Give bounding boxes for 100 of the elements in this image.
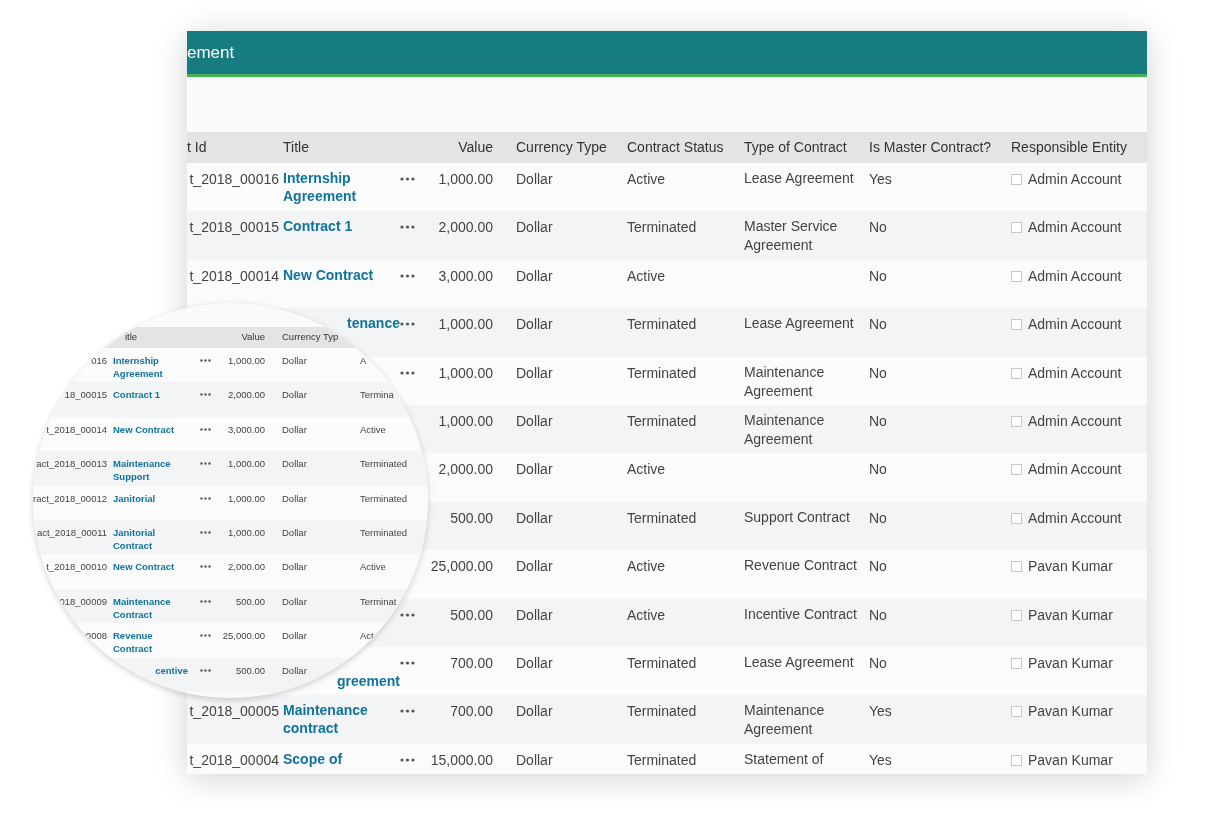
more-icon[interactable] (400, 370, 415, 375)
table-cell: Dollar (282, 561, 307, 573)
title-link[interactable]: Janitorial (113, 491, 156, 505)
more-icon[interactable] (400, 225, 415, 230)
column-header[interactable]: Currency Type (499, 137, 627, 158)
title-link[interactable]: tenance (347, 315, 400, 332)
table-cell-text: Pavan Kumar (1028, 557, 1113, 577)
table-cell: No (869, 654, 887, 671)
more-icon[interactable] (200, 634, 211, 638)
more-icon[interactable] (400, 709, 415, 714)
more-icon[interactable] (200, 359, 211, 362)
table-cell-text: Support Contract (744, 507, 851, 527)
title-link[interactable]: Scope of (283, 749, 343, 768)
column-header[interactable]: Value (218, 330, 265, 345)
table-cell: Dollar (516, 703, 553, 720)
square-icon (1011, 561, 1022, 573)
square-icon (1011, 512, 1022, 524)
column-header[interactable]: t Id (187, 137, 283, 158)
table-cell: Dollar (516, 751, 553, 768)
table-cell-text: Lease Agreement (744, 652, 855, 672)
title-link[interactable]: centive (155, 663, 188, 677)
table-cell-text: 700.00 (450, 702, 493, 722)
table-cell-text: Pavan Kumar (1028, 750, 1113, 770)
more-icon[interactable] (200, 565, 211, 569)
title-link[interactable]: Maintenance Support (113, 457, 183, 484)
table-cell-text: Maintenance Agreement (744, 410, 826, 449)
more-icon[interactable] (200, 462, 211, 466)
table-cell-text: Statement of (744, 749, 825, 769)
column-header[interactable]: Responsible Entity (1011, 137, 1147, 158)
table-cell: Dollar (282, 664, 307, 676)
table-cell-text: 1,000.00 (438, 315, 493, 335)
column-header[interactable]: Is Master Contract? (869, 137, 1011, 158)
more-icon[interactable] (400, 660, 415, 665)
table-cell: Active (360, 561, 386, 573)
title-link[interactable]: Internship Agreement (283, 169, 400, 205)
title-link[interactable]: New Contract (283, 265, 374, 284)
more-icon[interactable] (200, 393, 211, 397)
table-cell: ract_2018_00012 (33, 491, 107, 505)
title-link[interactable]: greement (336, 672, 400, 689)
table-cell-text: Admin Account (1028, 218, 1122, 238)
more-icon[interactable] (200, 599, 211, 603)
table-cell: Yes (869, 703, 892, 720)
table-cell: Dollar (282, 630, 307, 642)
title-link[interactable]: Contract 1 (113, 388, 160, 402)
title-link[interactable]: New Contract (113, 560, 175, 574)
more-icon[interactable] (200, 427, 211, 431)
table-cell: Terminated (627, 654, 697, 671)
table-cell: No (869, 509, 887, 526)
table-cell: Yes (869, 751, 892, 768)
table-cell-text: t_2018_00004 (189, 750, 279, 770)
more-icon[interactable] (200, 530, 211, 534)
column-header[interactable]: Contract Status (627, 137, 744, 158)
table-cell-text: 25,000.00 (430, 557, 493, 577)
table-cell: 500.00 (235, 594, 265, 608)
more-icon[interactable] (400, 757, 415, 762)
table-cell-text: Admin Account (1028, 508, 1122, 528)
table-cell: Dollar (516, 171, 553, 187)
title-link[interactable]: Internship Agreement (113, 354, 183, 380)
table-cell: 1,000.00 (228, 354, 265, 367)
table-cell: Terminated (627, 412, 697, 429)
title-link[interactable]: Maintenance Contract (113, 594, 183, 621)
table-cell-text: t_2018_00014 (189, 266, 279, 286)
square-icon (1011, 754, 1022, 766)
table-cell-text: Incentive Contract (744, 604, 858, 624)
more-icon[interactable] (400, 273, 415, 278)
column-header[interactable]: itle (113, 330, 200, 345)
more-icon[interactable] (400, 322, 415, 327)
square-icon (1011, 609, 1022, 621)
column-header[interactable]: Value (428, 137, 499, 158)
table-cell: Dollar (282, 492, 307, 504)
table-cell: No (869, 364, 887, 381)
column-header[interactable]: Currency Typ (265, 330, 360, 345)
table-cell: act_2018_00013 (36, 457, 107, 471)
title-link[interactable]: Contract 1 (283, 217, 353, 236)
table-cell: Dollar (516, 558, 553, 575)
table-cell: Terminat (360, 595, 397, 607)
title-link[interactable]: Maintenance contract (283, 701, 400, 738)
table-cell: Dollar (282, 458, 307, 470)
more-icon[interactable] (400, 612, 415, 617)
title-link[interactable]: New Contract (113, 422, 175, 436)
table-cell-text: 1,000.00 (438, 363, 493, 383)
more-icon[interactable] (200, 496, 211, 500)
square-icon (1011, 464, 1022, 476)
table-cell: 3,000.00 (228, 422, 265, 436)
table-cell: Terminated (360, 458, 407, 470)
table-cell: 1,000.00 (228, 525, 265, 539)
table-cell-text: Admin Account (1028, 411, 1122, 431)
table-cell-text: Revenue Contract (744, 556, 858, 576)
table-cell: Terminated (627, 751, 697, 768)
table-cell: Active (627, 558, 666, 575)
table-cell: Active (627, 267, 666, 284)
table-cell: Dollar (282, 389, 307, 401)
more-icon[interactable] (200, 668, 211, 672)
title-link[interactable]: Janitorial Contract (113, 525, 183, 552)
column-header[interactable]: Type of Contract (744, 137, 869, 158)
table-cell: Dollar (282, 355, 307, 366)
title-link[interactable]: Revenue Contract (113, 629, 183, 656)
table-cell: 1,000.00 (228, 491, 265, 505)
more-icon[interactable] (400, 177, 415, 181)
column-header[interactable]: Title (283, 137, 400, 158)
